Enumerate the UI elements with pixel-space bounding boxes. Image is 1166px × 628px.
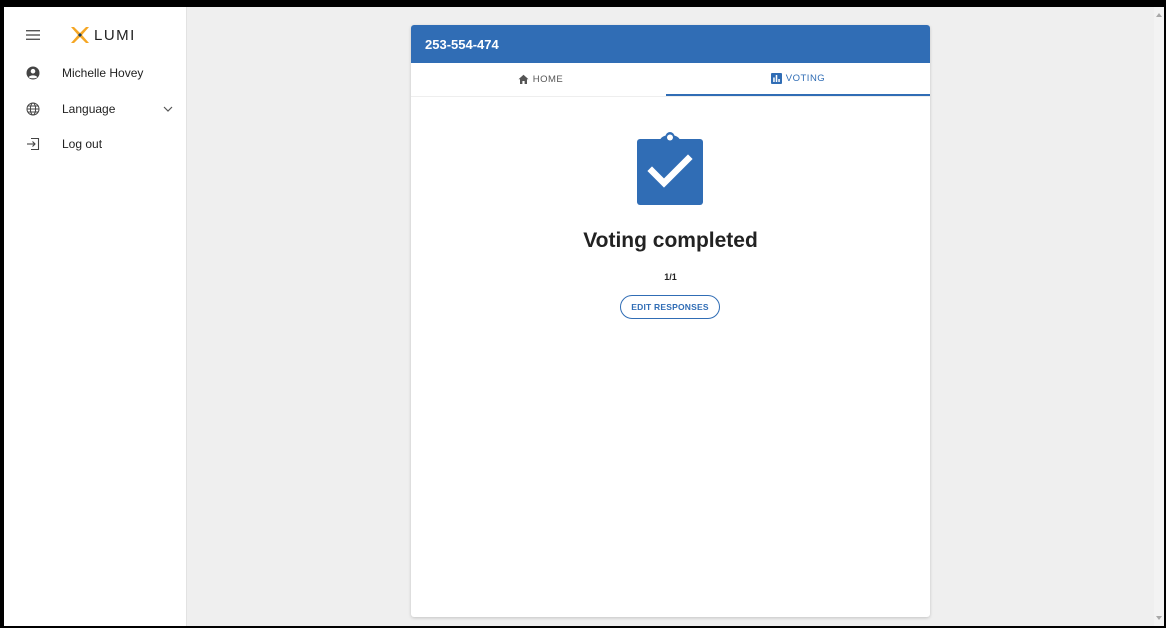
sidebar-item-logout[interactable]: Log out [4,126,186,162]
meeting-id: 253-554-474 [425,36,499,52]
account-circle-icon [25,65,41,81]
globe-icon [25,101,41,117]
card-header: 253-554-474 [411,25,930,63]
voting-progress: 1/1 [664,272,677,282]
sidebar-item-language[interactable]: Language [4,91,186,127]
voting-card: 253-554-474 HOME VOTING Voting completed… [411,25,930,617]
app-window: LUMI Michelle Hovey Language Log out 253… [4,7,1164,626]
lumi-x-icon [71,27,89,43]
scroll-up-arrow-icon[interactable] [1156,13,1162,17]
scroll-down-arrow-icon[interactable] [1156,616,1162,620]
scrollbar[interactable] [1154,7,1164,626]
tab-voting[interactable]: VOTING [666,63,930,96]
tab-voting-label: VOTING [785,73,826,84]
tab-home[interactable]: HOME [411,63,670,96]
lumi-logo: LUMI [70,26,136,44]
menu-icon[interactable] [25,27,41,43]
sidebar-item-user[interactable]: Michelle Hovey [4,55,186,91]
sidebar: LUMI Michelle Hovey Language Log out [4,7,187,626]
sidebar-logout-label: Log out [62,137,103,151]
voting-status-title: Voting completed [583,229,758,252]
tab-home-label: HOME [532,74,564,85]
edit-responses-button[interactable]: EDIT RESPONSES [620,295,720,319]
chevron-down-icon[interactable] [162,103,174,115]
sidebar-user-name: Michelle Hovey [62,66,144,80]
logo-text: LUMI [94,26,136,44]
logout-icon [25,136,41,152]
tab-bar: HOME VOTING [411,63,930,97]
sidebar-header: LUMI [4,17,186,53]
clipboard-check-icon [637,132,703,205]
sidebar-language-label: Language [62,102,116,116]
home-icon [518,74,529,85]
bar-chart-icon [770,73,782,84]
